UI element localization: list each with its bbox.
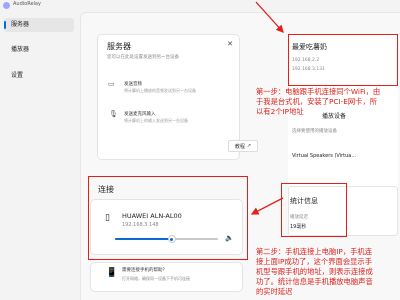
tutorial-button[interactable]: 教程 ↗ [228, 140, 258, 152]
connection-card [90, 199, 243, 255]
help-desc: 打开网络，确保同一设备下手机可连接 [122, 276, 190, 281]
connection-title: 连接 [98, 185, 114, 194]
cast-icon: ▭ [108, 80, 115, 88]
connected-device-name: HUAWEI ALN-AL00 [122, 212, 182, 220]
title-bar: AudioRelay [0, 0, 400, 12]
annotation-step2-line: 第二步：手机连接上电脑IP，手机连 [256, 247, 373, 256]
latency-label: 播放延迟 [290, 215, 308, 220]
volume-slider-fill [115, 238, 172, 240]
servers-card: ✕ [97, 34, 240, 160]
sidebar: 服务器 播放器 设置 [0, 12, 80, 300]
microphone-icon: 🎙 [109, 110, 118, 118]
annotation-step2: 第二步：手机连接上电脑IP，手机连 接上面IP成功了，这个界面会显示手 机型号跟… [256, 247, 398, 297]
stats-title: 统计信息 [290, 197, 318, 205]
latency-value: 19毫秒 [290, 224, 307, 230]
volume-slider-thumb[interactable] [167, 235, 176, 243]
servers-title: 服务器 [107, 42, 131, 51]
devices-desc: 选择要使用的播放设备 [292, 129, 337, 134]
phone-icon: ▯ [105, 213, 110, 223]
annotation-step1-line: 第一步：电脑跟手机连接同个WiFi，由 [256, 87, 381, 96]
tutorial-label: 教程 [234, 143, 245, 150]
close-icon[interactable]: ✕ [227, 40, 233, 48]
sidebar-item-settings[interactable]: 设置 [4, 69, 74, 83]
help-title: 需要连接手机的帮助？ [122, 268, 167, 273]
send-audio-title: 发送音频 [124, 82, 142, 87]
connected-device-ip: 192.168.3.148 [122, 222, 159, 228]
app-logo-icon [3, 2, 10, 9]
send-mic-desc: 将计算机上的输入发送到另一台设备 [124, 118, 188, 123]
phone-help-icon: 📱 [106, 268, 118, 278]
devices-title: 播放设备 [322, 113, 347, 120]
annotation-step2-line: 机型号跟手机的地址，则表示连接成 [256, 267, 373, 276]
external-link-icon: ↗ [246, 143, 252, 149]
volume-slider[interactable] [115, 235, 218, 243]
servers-subtitle: 您可以在此处设置发送到另一台设备 [107, 55, 179, 60]
sidebar-item-player[interactable]: 播放器 [4, 43, 74, 57]
annotation-step2-line: 接上面IP成功了，这个界面会显示手 [256, 257, 373, 266]
annotation-step2-line: 的实时延迟 [256, 287, 293, 296]
annotation-step2-line: 功了。统计信息是手机播放电脑声音 [256, 277, 373, 286]
sidebar-item-servers[interactable]: 服务器 [4, 18, 74, 32]
send-audio-desc: 将计算机上播放的音频发送到另一台设备 [124, 88, 196, 93]
playback-device-select[interactable]: Virtual Speakers (Virtua... [292, 153, 356, 159]
app-title: AudioRelay [13, 1, 41, 7]
annotation-step1-line: 于我是台式机，安装了PCI-E网卡，所 [256, 97, 378, 106]
volume-icon[interactable]: 🔈 [225, 234, 234, 242]
send-mic-title: 发送麦克风输入 [124, 112, 156, 117]
highlight-box-ips [288, 34, 398, 86]
